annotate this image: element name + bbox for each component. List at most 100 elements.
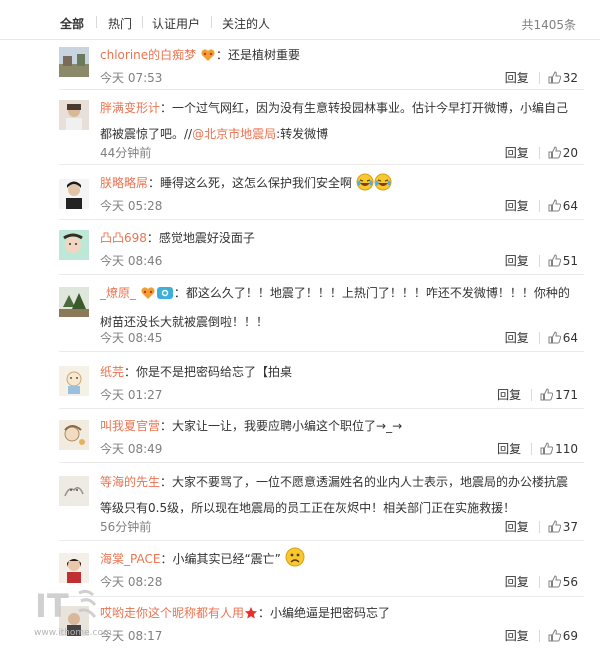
divider: [59, 219, 584, 220]
divider: [59, 164, 584, 165]
comment-username[interactable]: 胖满变形计: [100, 101, 160, 115]
avatar[interactable]: [59, 47, 89, 77]
tab-divider: [96, 16, 97, 28]
thumbs-up-icon[interactable]: [548, 520, 561, 536]
comment-time: 今天 07:53: [100, 71, 163, 85]
like-count: 171: [555, 388, 578, 402]
avatar[interactable]: [59, 179, 89, 209]
comment-item: 叫我夏官营：大家让一让，我要应聘小编这个职位了→_→ 今天 08:49 回复 11…: [59, 416, 584, 456]
thumbs-up-icon[interactable]: [548, 254, 561, 270]
comment-item: 凸凸698：感觉地震好没面子 今天 08:46 回复 51: [59, 228, 584, 268]
thumbs-up-icon[interactable]: [540, 442, 554, 458]
comment-username[interactable]: 纸芫: [100, 365, 124, 379]
comment-text: ：大家让一让，我要应聘小编这个职位了→_→: [160, 419, 403, 433]
comment-username[interactable]: 海棠_PACE: [100, 552, 160, 566]
reply-button[interactable]: 回复: [505, 69, 529, 86]
comment-time: 今天 08:45: [100, 331, 163, 345]
tab-all[interactable]: 全部: [60, 15, 84, 32]
comment-username[interactable]: 叫我夏官营: [100, 419, 160, 433]
comment-item: 海棠_PACE：小编其实已经“震亡” 今天 08:28 回复 56: [59, 547, 584, 591]
thumbs-up-icon[interactable]: [548, 331, 561, 347]
mention-link[interactable]: @北京市地震局: [192, 127, 276, 141]
comment-username[interactable]: 朕略略屌: [100, 176, 148, 190]
avatar[interactable]: [59, 100, 89, 130]
like-count: 56: [562, 575, 578, 589]
tab-verified[interactable]: 认证用户: [152, 15, 200, 32]
reply-button[interactable]: 回复: [505, 518, 529, 535]
action-divider: [538, 147, 540, 159]
thumbs-up-icon[interactable]: [548, 575, 561, 591]
heart-badge-icon: [200, 45, 216, 71]
avatar[interactable]: [59, 230, 89, 260]
avatar[interactable]: [59, 420, 89, 450]
comment-username[interactable]: chlorine的白痴梦: [100, 48, 196, 62]
comment-text: ：一个过气网红，因为没有生意转投园林事业。估计今早打开微博，小编自己都被震惊了吧…: [100, 101, 569, 141]
reply-button[interactable]: 回复: [497, 440, 521, 457]
reply-button[interactable]: 回复: [505, 573, 529, 590]
comment-item: chlorine的白痴梦 ：还是植树重要 今天 07:53 回复 32: [59, 45, 584, 85]
comment-item: 纸芫：你是不是把密码给忘了【拍桌 今天 01:27 回复 171: [59, 362, 584, 402]
thumbs-up-icon[interactable]: [548, 199, 561, 215]
comment-actions: 回复 69: [505, 627, 578, 645]
comment-item: 朕略略屌：睡得这么死，这怎么保护我们安全啊 今天 05:28 回复 64: [59, 173, 584, 213]
comment-text: ：小编其实已经“震亡”: [160, 552, 281, 566]
comment-actions: 回复 171: [497, 386, 578, 404]
comment-filter-tabs: 全部 热门 认证用户 关注的人 共1405条: [0, 0, 600, 40]
comment-username[interactable]: 哎哟走你这个昵称都有人用: [100, 606, 244, 620]
sad-face-emoji-icon: [285, 547, 305, 567]
comment-text: ：还是植树重要: [215, 48, 300, 62]
divider: [59, 351, 584, 352]
thumbs-up-icon[interactable]: [540, 388, 554, 404]
thumbs-up-icon[interactable]: [548, 629, 561, 645]
svg-text:IT: IT: [35, 587, 69, 625]
comment-username[interactable]: _燎原_: [100, 286, 136, 300]
divider: [59, 540, 584, 541]
comment-time: 今天 05:28: [100, 199, 163, 213]
like-count: 64: [562, 199, 578, 213]
comment-item: _燎原_ ：都这么久了！！地震了！！！上热门了！！！咋还不发微博！！！你种的树苗…: [59, 283, 584, 345]
tab-following[interactable]: 关注的人: [222, 15, 270, 32]
comment-time: 56分钟前: [100, 520, 152, 534]
action-divider: [538, 576, 540, 588]
avatar[interactable]: [59, 287, 89, 317]
comment-text: ：睡得这么死，这怎么保护我们安全啊: [148, 176, 353, 190]
like-count: 69: [562, 629, 578, 643]
avatar[interactable]: [59, 366, 89, 396]
tab-divider: [142, 16, 143, 28]
reply-button[interactable]: 回复: [505, 144, 529, 161]
reply-button[interactable]: 回复: [497, 386, 521, 403]
comment-actions: 回复 56: [505, 573, 578, 591]
reply-button[interactable]: 回复: [505, 627, 529, 644]
comment-item: 胖满变形计：一个过气网红，因为没有生意转投园林事业。估计今早打开微博，小编自己都…: [59, 98, 584, 160]
like-count: 51: [562, 254, 578, 268]
avatar[interactable]: [59, 553, 89, 583]
action-divider: [538, 630, 540, 642]
comment-time: 今天 08:28: [100, 575, 163, 589]
action-divider: [538, 72, 540, 84]
comment-time: 今天 08:46: [100, 254, 163, 268]
comment-text: ：小编绝逼是把密码忘了: [258, 606, 391, 620]
reply-button[interactable]: 回复: [505, 197, 529, 214]
comment-text: ：大家不要骂了，一位不愿意透漏姓名的业内人士表示，地震局的办公楼抗震等级只有0.…: [100, 475, 569, 515]
comment-time: 今天 08:49: [100, 442, 163, 456]
thumbs-up-icon[interactable]: [548, 71, 561, 87]
divider: [59, 596, 584, 597]
avatar[interactable]: [59, 476, 89, 506]
heart-badge-icon: [140, 283, 156, 309]
reply-button[interactable]: 回复: [505, 329, 529, 346]
comment-item: 哎哟走你这个昵称都有人用 ：小编绝逼是把密码忘了 今天 08:17 回复 69: [59, 603, 584, 643]
comment-time: 44分钟前: [100, 146, 152, 160]
comment-actions: 回复 37: [505, 518, 578, 536]
like-count: 32: [562, 71, 578, 85]
action-divider: [538, 200, 540, 212]
reply-button[interactable]: 回复: [505, 252, 529, 269]
tab-hot[interactable]: 热门: [108, 15, 132, 32]
comment-username[interactable]: 凸凸698: [100, 231, 147, 245]
thumbs-up-icon[interactable]: [548, 146, 561, 162]
comment-actions: 回复 32: [505, 69, 578, 87]
comment-actions: 回复 64: [505, 197, 578, 215]
laugh-cry-emoji-icon: [374, 173, 392, 191]
comment-username[interactable]: 等海的先生: [100, 475, 160, 489]
comment-text: ：感觉地震好没面子: [146, 231, 255, 245]
ithome-watermark-logo: IT: [35, 585, 105, 630]
